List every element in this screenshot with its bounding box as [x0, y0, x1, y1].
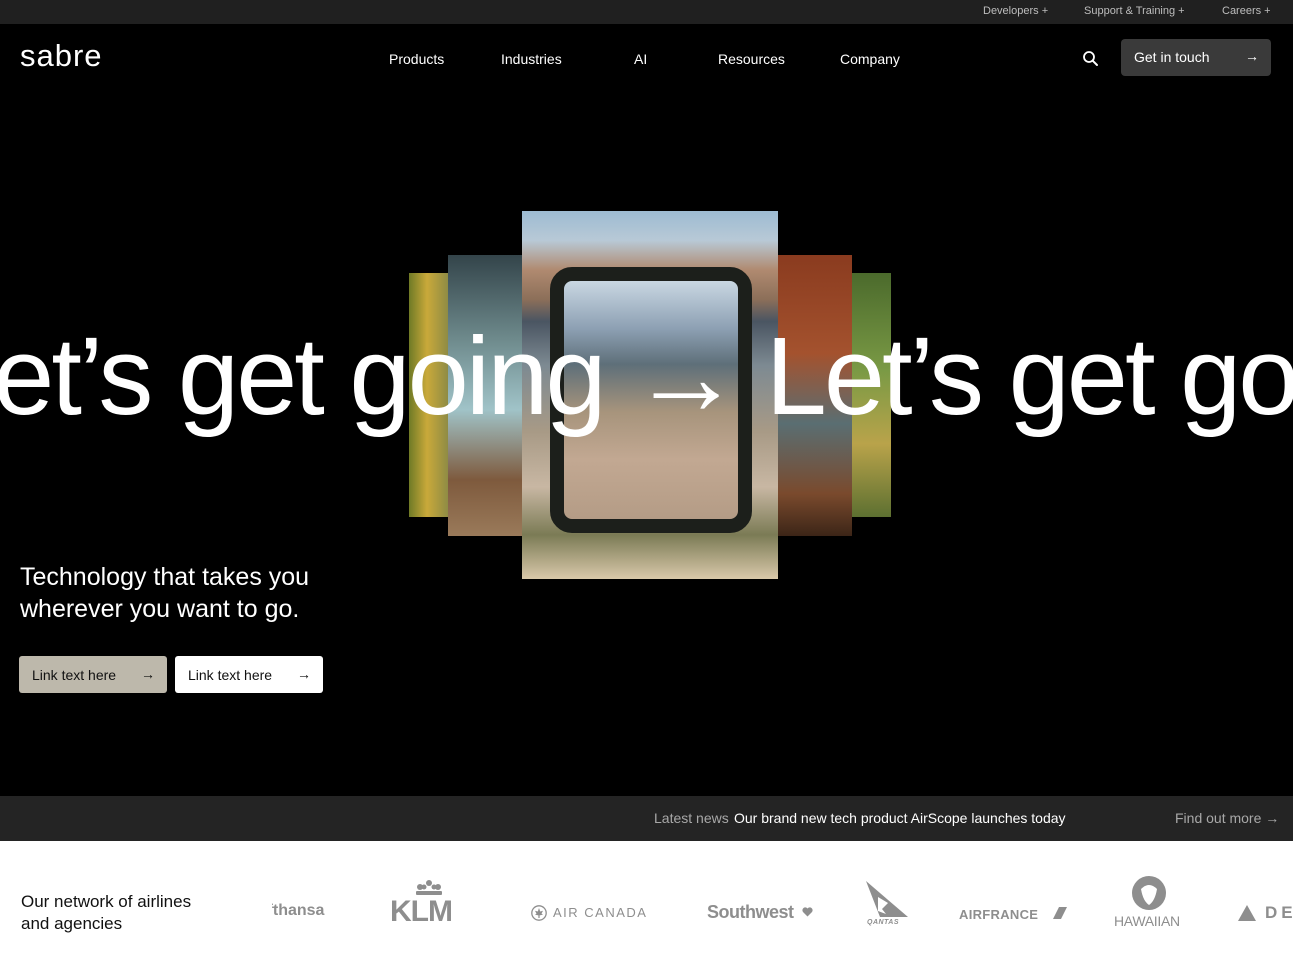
utility-link-developers[interactable]: Developers + [983, 5, 1048, 17]
brand-wordmark: sabre [20, 39, 103, 73]
news-label: Latest news [654, 810, 729, 826]
delta-logo-text: DELTA [1265, 904, 1293, 922]
news-bar: Latest news Our brand new tech product A… [0, 796, 1293, 841]
main-nav: sabre Products Industries AI Resources C… [0, 24, 1293, 94]
utility-bar: Developers + Support & Training + Career… [0, 0, 1293, 24]
nav-item-products[interactable]: Products [389, 51, 444, 67]
utility-link-support-training[interactable]: Support & Training + [1084, 5, 1185, 17]
partners-section: Our network of airlines and agencies Luf… [0, 841, 1293, 970]
hero-marquee-text: Let’s get going → Let’s get going → Let’… [0, 322, 1293, 438]
hero-section: Let’s get going → Let’s get going → Let’… [0, 94, 1293, 796]
arrow-right-icon: → [297, 666, 311, 682]
find-out-more-link[interactable]: Find out more → [1175, 810, 1279, 826]
search-button[interactable] [1080, 48, 1102, 70]
air-canada-logo-text: AIR CANADA [553, 905, 648, 920]
delta-widget-icon [1238, 905, 1256, 921]
air-france-stripe-icon [1053, 907, 1067, 919]
arrow-right-icon: → [1245, 48, 1259, 64]
maple-leaf-icon [531, 905, 547, 921]
sabre-logo-mark: sabre [20, 38, 103, 73]
sabre-logo[interactable]: sabre [20, 38, 126, 78]
utility-link-careers[interactable]: Careers + [1222, 5, 1271, 17]
southwest-logo-text: Southwest [707, 902, 794, 922]
hawaiian-logo: HAWAIIAN [1113, 875, 1185, 937]
hero-secondary-link-label: Link text here [188, 667, 273, 683]
hawaiian-logo-text: HAWAIIAN [1114, 913, 1180, 929]
hero-tagline: Technology that takes you wherever you w… [20, 563, 310, 623]
heart-icon [802, 907, 813, 917]
nav-item-ai[interactable]: AI [634, 51, 647, 67]
search-icon [1083, 51, 1098, 66]
qantas-logo: QANTAS [864, 881, 912, 929]
nav-item-industries[interactable]: Industries [501, 51, 562, 67]
lufthansa-logo: Lufthansa [272, 902, 334, 920]
nav-item-company[interactable]: Company [840, 51, 900, 67]
air-france-logo-text: AIRFRANCE [959, 907, 1039, 922]
hero-secondary-link-button[interactable]: Link text here → [175, 656, 323, 693]
arrow-right-icon: → [141, 666, 155, 682]
klm-logo: KLM [389, 879, 469, 928]
qantas-logo-text: QANTAS [867, 919, 900, 926]
delta-logo: DELTA [1237, 904, 1293, 924]
nav-item-resources[interactable]: Resources [718, 51, 785, 67]
partners-heading: Our network of airlines and agencies [21, 892, 192, 933]
hero-primary-link-button[interactable]: Link text here → [19, 656, 167, 693]
hero-primary-link-label: Link text here [32, 667, 117, 683]
kangaroo-tail-icon [866, 881, 908, 917]
get-in-touch-label: Get in touch [1134, 49, 1210, 65]
lufthansa-logo-text: Lufthansa [272, 902, 325, 919]
klm-logo-text: KLM [390, 895, 453, 928]
news-headline[interactable]: Our brand new tech product AirScope laun… [734, 810, 1066, 826]
hero-marquee: Let’s get going → Let’s get going → Let’… [0, 322, 1293, 452]
southwest-logo: Southwest [707, 902, 813, 924]
get-in-touch-button[interactable]: Get in touch → [1121, 39, 1271, 76]
pualani-icon [1132, 876, 1166, 910]
air-france-logo: AIRFRANCE [959, 906, 1067, 922]
